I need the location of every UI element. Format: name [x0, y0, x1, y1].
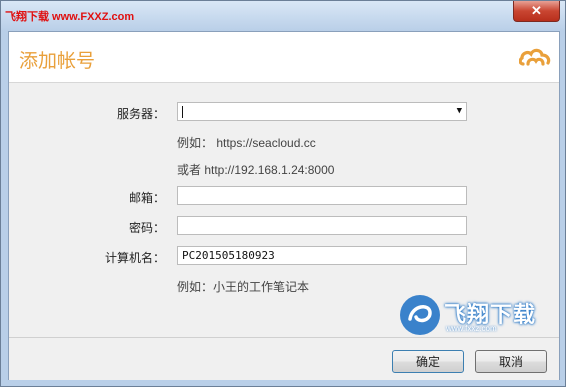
- title-bar[interactable]: 飞翔下载 www.FXXZ.com ✕: [1, 1, 565, 31]
- server-combobox[interactable]: ▼: [177, 102, 467, 121]
- dialog-footer: 确定 取消: [9, 337, 559, 380]
- computer-name-hint: 例如：小王的工作笔记本: [177, 280, 310, 294]
- cancel-button[interactable]: 取消: [475, 350, 547, 373]
- dialog-window: 飞翔下载 www.FXXZ.com ✕ 添加帐号 服务器： ▼ 例如： http…: [0, 0, 566, 387]
- ok-button[interactable]: 确定: [392, 350, 464, 373]
- server-label: 服务器：: [116, 107, 165, 121]
- server-hint-example: 例如： https://seacloud.cc: [177, 136, 316, 150]
- dialog-header: 添加帐号: [9, 32, 559, 83]
- computer-name-field[interactable]: PC201505180923: [177, 246, 467, 265]
- server-hint-alternative: 或者 http://192.168.1.24:8000: [177, 163, 335, 177]
- seafile-cloud-icon: [519, 48, 551, 66]
- chevron-down-icon[interactable]: ▼: [457, 103, 462, 120]
- email-field[interactable]: [177, 186, 467, 205]
- email-label: 邮箱：: [128, 191, 165, 205]
- password-field[interactable]: [177, 216, 467, 235]
- text-cursor: [182, 106, 183, 118]
- close-icon: ✕: [531, 3, 542, 18]
- password-label: 密码：: [128, 221, 165, 235]
- watermark-logo: 飞翔下载 www.fxxz.com: [396, 291, 551, 341]
- page-title: 添加帐号: [19, 50, 96, 72]
- watermark-swirl-icon: [400, 295, 440, 335]
- watermark-top-text: 飞翔下载 www.FXXZ.com: [5, 11, 135, 23]
- computer-name-label: 计算机名：: [104, 251, 165, 265]
- watermark-url: www.fxxz.com: [446, 324, 497, 333]
- close-button[interactable]: ✕: [513, 1, 560, 22]
